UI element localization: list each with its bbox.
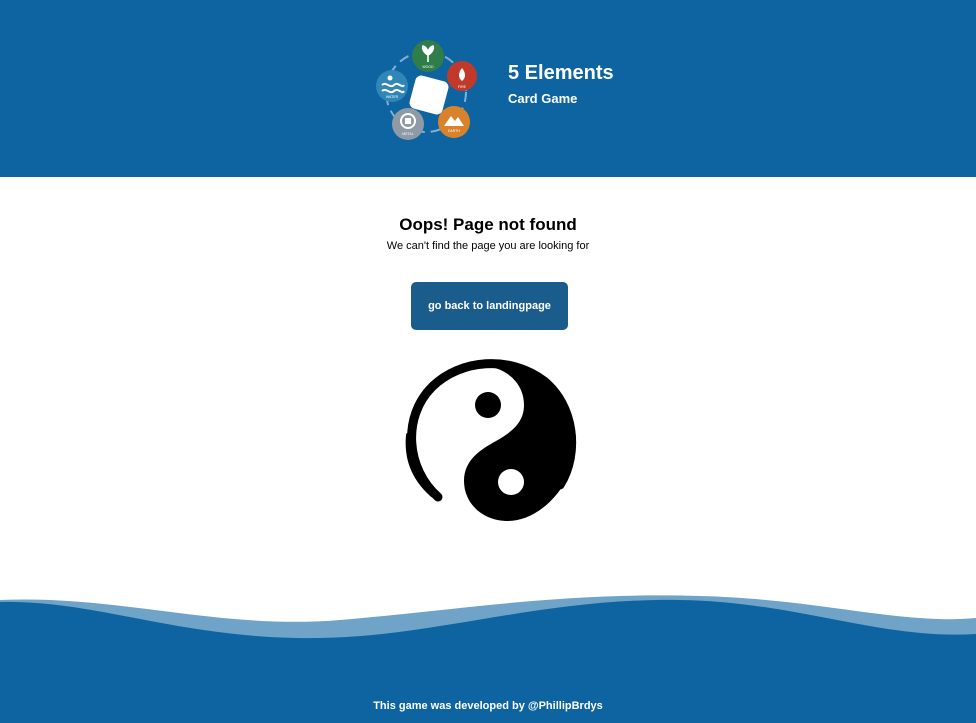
brand-title: 5 Elements [508, 62, 614, 84]
yin-yang-icon [398, 357, 580, 525]
earth-icon: EARTH [438, 106, 470, 138]
metal-icon: METAL [392, 108, 424, 140]
svg-text:WATER: WATER [386, 95, 399, 99]
not-found-content: Oops! Page not found We can't find the p… [0, 177, 976, 577]
five-elements-logo[interactable]: WOOD FIRE EARTH METAL WATER [372, 38, 480, 144]
site-footer: This game was developed by @PhillipBrdys [0, 590, 976, 723]
back-to-landing-button[interactable]: go back to landingpage [411, 282, 568, 330]
page: WOOD FIRE EARTH METAL WATER 5 Elements C… [0, 0, 976, 723]
fire-icon: FIRE [447, 61, 477, 91]
site-header: WOOD FIRE EARTH METAL WATER 5 Elements C… [0, 0, 976, 177]
svg-text:FIRE: FIRE [458, 85, 467, 89]
svg-text:EARTH: EARTH [448, 129, 460, 133]
wood-icon: WOOD [412, 40, 444, 72]
water-icon: WATER [376, 70, 408, 102]
svg-text:WOOD: WOOD [422, 65, 434, 69]
yin-yang-graphic [405, 359, 577, 521]
brand: 5 Elements Card Game [508, 61, 614, 107]
developer-credit: This game was developed by @PhillipBrdys [373, 700, 603, 712]
page-title: Oops! Page not found [399, 215, 577, 234]
error-message: We can't find the page you are looking f… [386, 240, 590, 252]
svg-text:METAL: METAL [402, 132, 413, 136]
five-elements-logo-graphic: WOOD FIRE EARTH METAL WATER [376, 40, 477, 140]
brand-subtitle: Card Game [508, 91, 578, 106]
